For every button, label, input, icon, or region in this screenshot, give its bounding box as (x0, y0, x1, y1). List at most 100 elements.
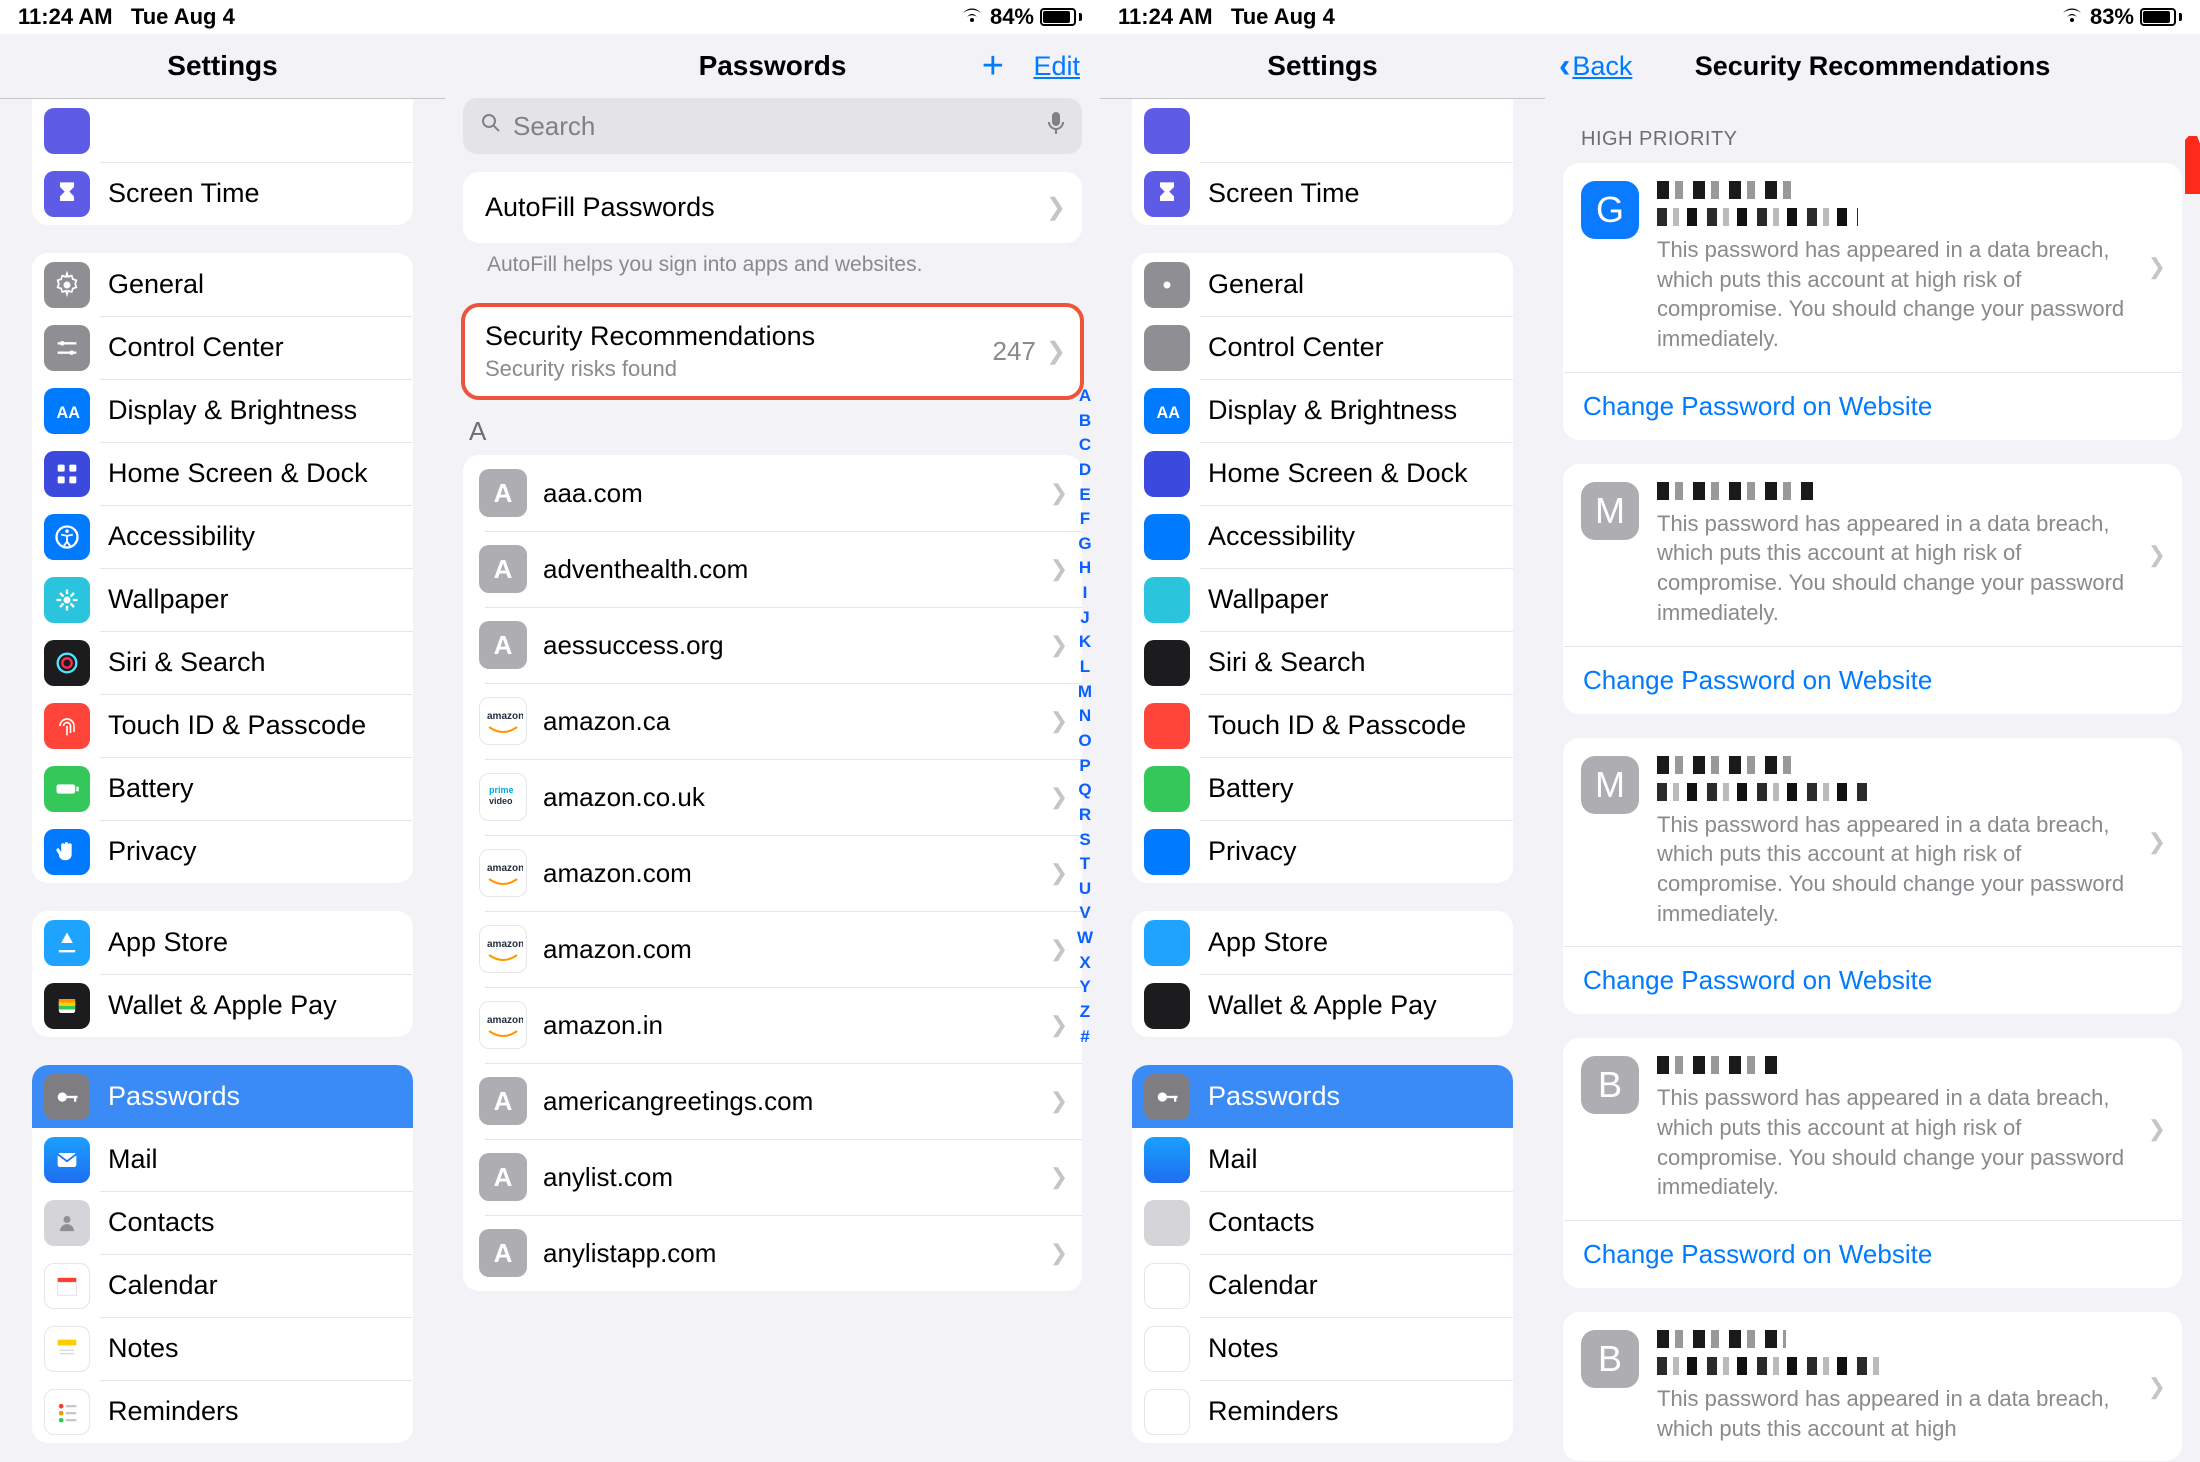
index-letter[interactable]: R (1079, 803, 1091, 828)
sidebar-item-wallpaper[interactable]: Wallpaper (1132, 568, 1513, 631)
sidebar-item-app-store[interactable]: App Store (32, 911, 413, 974)
search-input[interactable]: Search (463, 98, 1082, 154)
svg-text:AA: AA (57, 404, 81, 422)
index-letter[interactable]: U (1079, 877, 1091, 902)
sidebar-item-unknown[interactable] (32, 99, 413, 162)
sidebar-item-battery[interactable]: Battery (32, 757, 413, 820)
sidebar-item-accessibility[interactable]: Accessibility (32, 505, 413, 568)
sliders-icon (44, 325, 90, 371)
sidebar-item-unknown[interactable] (1132, 99, 1513, 162)
recommendation-body[interactable]: BThis password has appeared in a data br… (1563, 1038, 2182, 1220)
recommendation-body[interactable]: BThis password has appeared in a data br… (1563, 1312, 2182, 1461)
index-letter[interactable]: H (1079, 556, 1091, 581)
password-entry[interactable]: Aaaa.com❯ (463, 455, 1082, 531)
index-letter[interactable]: E (1079, 483, 1090, 508)
sidebar-item-control-center[interactable]: Control Center (32, 316, 413, 379)
index-letter[interactable]: B (1079, 409, 1091, 434)
sidebar-item-home-dock[interactable]: Home Screen & Dock (32, 442, 413, 505)
index-letter[interactable]: T (1080, 852, 1090, 877)
edit-button[interactable]: Edit (1033, 51, 1080, 82)
sidebar-item-calendar[interactable]: Calendar (32, 1254, 413, 1317)
sidebar-label: Reminders (108, 1396, 239, 1427)
password-entry[interactable]: Aamericangreetings.com❯ (463, 1063, 1082, 1139)
index-letter[interactable]: # (1080, 1025, 1089, 1050)
sidebar-item-screen-time[interactable]: Screen Time (1132, 162, 1513, 225)
index-letter[interactable]: J (1080, 606, 1089, 631)
grid-icon (1144, 451, 1190, 497)
sidebar-item-accessibility[interactable]: Accessibility (1132, 505, 1513, 568)
index-letter[interactable]: L (1080, 655, 1090, 680)
index-letter[interactable]: Z (1080, 1000, 1090, 1025)
sidebar-item-notes[interactable]: Notes (1132, 1317, 1513, 1380)
index-letter[interactable]: M (1078, 680, 1092, 705)
recommendation-body[interactable]: GThis password has appeared in a data br… (1563, 163, 2182, 372)
index-letter[interactable]: W (1077, 926, 1093, 951)
sidebar-item-general[interactable]: General (32, 253, 413, 316)
change-password-link[interactable]: Change Password on Website (1563, 372, 2182, 440)
sidebar-item-mail[interactable]: Mail (32, 1128, 413, 1191)
alphabet-index[interactable]: ABCDEFGHIJKLMNOPQRSTUVWXYZ# (1074, 384, 1096, 1452)
password-entry[interactable]: Aadventhealth.com❯ (463, 531, 1082, 607)
password-entry[interactable]: Aaessuccess.org❯ (463, 607, 1082, 683)
password-entry[interactable]: Aanylistapp.com❯ (463, 1215, 1082, 1291)
sidebar-item-wallet[interactable]: Wallet & Apple Pay (1132, 974, 1513, 1037)
password-entry[interactable]: amazonamazon.com❯ (463, 835, 1082, 911)
index-letter[interactable]: Y (1079, 975, 1090, 1000)
mic-icon[interactable] (1046, 110, 1066, 143)
index-letter[interactable]: F (1080, 507, 1090, 532)
sidebar-item-app-store[interactable]: App Store (1132, 911, 1513, 974)
password-entry[interactable]: amazonamazon.com❯ (463, 911, 1082, 987)
sidebar-item-touchid[interactable]: Touch ID & Passcode (1132, 694, 1513, 757)
index-letter[interactable]: K (1079, 630, 1091, 655)
sidebar-item-display[interactable]: AADisplay & Brightness (1132, 379, 1513, 442)
sidebar-item-home-dock[interactable]: Home Screen & Dock (1132, 442, 1513, 505)
index-letter[interactable]: I (1083, 581, 1088, 606)
password-entry[interactable]: amazonamazon.ca❯ (463, 683, 1082, 759)
autofill-footer-note: AutoFill helps you sign into apps and we… (463, 243, 1082, 277)
password-entry[interactable]: amazonamazon.in❯ (463, 987, 1082, 1063)
index-letter[interactable]: S (1079, 828, 1090, 853)
sidebar-item-contacts[interactable]: Contacts (32, 1191, 413, 1254)
sidebar-item-siri[interactable]: Siri & Search (1132, 631, 1513, 694)
back-button[interactable]: ‹ Back (1559, 47, 1632, 86)
change-password-link[interactable]: Change Password on Website (1563, 646, 2182, 714)
autofill-passwords-row[interactable]: AutoFill Passwords ❯ (463, 172, 1082, 243)
sidebar-item-siri[interactable]: Siri & Search (32, 631, 413, 694)
sidebar-item-touchid[interactable]: Touch ID & Passcode (32, 694, 413, 757)
sidebar-item-privacy[interactable]: Privacy (1132, 820, 1513, 883)
sidebar-item-passwords[interactable]: Passwords (1132, 1065, 1513, 1128)
password-entry[interactable]: primevideoamazon.co.uk❯ (463, 759, 1082, 835)
index-letter[interactable]: X (1079, 951, 1090, 976)
index-letter[interactable]: D (1079, 458, 1091, 483)
sidebar-item-calendar[interactable]: Calendar (1132, 1254, 1513, 1317)
index-letter[interactable]: V (1079, 901, 1090, 926)
security-recommendations-row[interactable]: Security Recommendations Security risks … (463, 305, 1082, 398)
sidebar-item-wallet[interactable]: Wallet & Apple Pay (32, 974, 413, 1037)
sidebar-item-control-center[interactable]: Control Center (1132, 316, 1513, 379)
sidebar-item-reminders[interactable]: Reminders (32, 1380, 413, 1443)
index-letter[interactable]: O (1078, 729, 1091, 754)
index-letter[interactable]: A (1079, 384, 1091, 409)
index-letter[interactable]: N (1079, 704, 1091, 729)
change-password-link[interactable]: Change Password on Website (1563, 1220, 2182, 1288)
sidebar-item-general[interactable]: General (1132, 253, 1513, 316)
index-letter[interactable]: Q (1078, 778, 1091, 803)
sidebar-item-privacy[interactable]: Privacy (32, 820, 413, 883)
sidebar-item-screen-time[interactable]: Screen Time (32, 162, 413, 225)
sidebar-item-battery[interactable]: Battery (1132, 757, 1513, 820)
sidebar-item-mail[interactable]: Mail (1132, 1128, 1513, 1191)
add-button[interactable]: + (982, 45, 1004, 88)
sidebar-item-contacts[interactable]: Contacts (1132, 1191, 1513, 1254)
change-password-link[interactable]: Change Password on Website (1563, 946, 2182, 1014)
index-letter[interactable]: G (1078, 532, 1091, 557)
recommendation-body[interactable]: MThis password has appeared in a data br… (1563, 738, 2182, 947)
recommendation-body[interactable]: MThis password has appeared in a data br… (1563, 464, 2182, 646)
sidebar-item-display[interactable]: AA Display & Brightness (32, 379, 413, 442)
sidebar-item-reminders[interactable]: Reminders (1132, 1380, 1513, 1443)
index-letter[interactable]: C (1079, 433, 1091, 458)
sidebar-item-passwords[interactable]: Passwords (32, 1065, 413, 1128)
sidebar-item-notes[interactable]: Notes (32, 1317, 413, 1380)
sidebar-item-wallpaper[interactable]: Wallpaper (32, 568, 413, 631)
password-entry[interactable]: Aanylist.com❯ (463, 1139, 1082, 1215)
index-letter[interactable]: P (1079, 754, 1090, 779)
